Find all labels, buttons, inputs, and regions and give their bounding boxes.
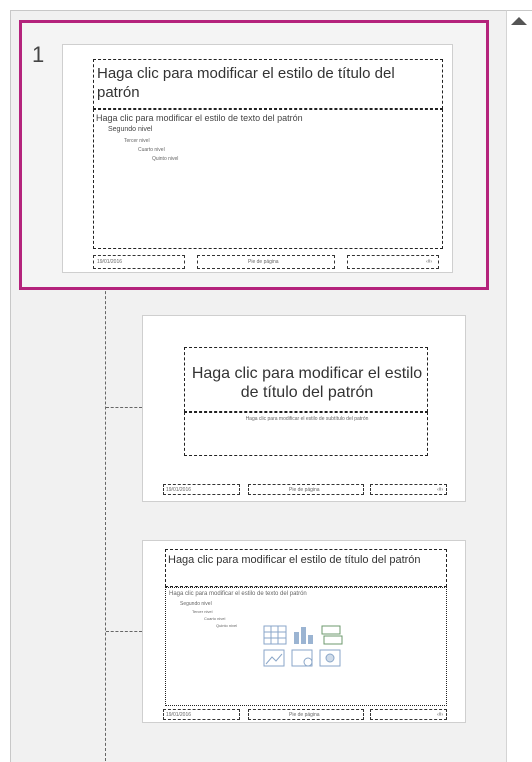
body-level4: Cuarto nivel (204, 616, 226, 621)
scroll-up-icon[interactable] (511, 17, 527, 25)
body-level3: Tercer nivel (124, 138, 150, 144)
title-placeholder: Haga clic para modificar el estilo de tí… (165, 549, 447, 587)
title-slide-layout-thumbnail[interactable]: Haga clic para modificar el estilo de tí… (142, 315, 466, 502)
subtitle-placeholder: Haga clic para modificar el estilo de su… (184, 412, 428, 456)
layout-connector-vertical (105, 276, 106, 761)
smartart-icon (321, 625, 343, 645)
body-level1: Haga clic para modificar el estilo de te… (96, 113, 303, 123)
page-number-placeholder: ‹#› (347, 255, 439, 269)
slide-master-thumbnail[interactable]: Haga clic para modificar el estilo de tí… (62, 44, 453, 273)
body-level5: Quinto nivel (152, 156, 179, 162)
date-text: 19/01/2016 (97, 259, 123, 265)
body-level4: Cuarto nivel (138, 147, 165, 153)
body-level3: Tercer nivel (192, 609, 213, 614)
body-level5: Quinto nivel (216, 623, 238, 628)
layout-connector-2 (106, 407, 142, 408)
date-text: 19/01/2016 (166, 487, 192, 493)
page-number-placeholder: ‹#› (370, 709, 447, 720)
body-level1: Haga clic para modificar el estilo de te… (169, 591, 307, 597)
chart-icon (294, 627, 313, 644)
page-number-placeholder: ‹#› (370, 484, 447, 495)
footer-placeholder: Pie de página (248, 484, 364, 495)
title-text: Haga clic para modificar el estilo de tí… (191, 365, 423, 401)
content-insert-icons (263, 625, 343, 667)
layout-connector-3 (106, 631, 142, 632)
content-placeholder: Haga clic para modificar el estilo de te… (165, 587, 447, 706)
footer-text: Pie de página (289, 712, 320, 718)
title-placeholder: Haga clic para modificar el estilo de tí… (93, 59, 443, 109)
scroll-track[interactable] (507, 35, 532, 762)
page-number-text: ‹#› (426, 259, 433, 265)
slide-number: 1 (32, 42, 45, 67)
date-text: 19/01/2016 (166, 712, 192, 718)
title-and-content-layout-thumbnail[interactable]: Haga clic para modificar el estilo de tí… (142, 540, 466, 723)
title-text: Haga clic para modificar el estilo de tí… (168, 554, 421, 566)
footer-text: Pie de página (248, 259, 279, 265)
date-placeholder: 19/01/2016 (163, 709, 240, 720)
footer-placeholder: Pie de página (197, 255, 335, 269)
video-icon (319, 649, 341, 667)
table-icon (263, 625, 287, 645)
body-placeholder: Haga clic para modificar el estilo de te… (93, 109, 443, 249)
online-picture-icon (291, 649, 313, 667)
picture-icon (263, 649, 285, 667)
body-level2: Segundo nivel (108, 126, 153, 133)
body-level2: Segundo nivel (180, 601, 212, 607)
title-placeholder: Haga clic para modificar el estilo de tí… (184, 347, 428, 412)
footer-text: Pie de página (289, 487, 320, 493)
date-placeholder: 19/01/2016 (93, 255, 185, 269)
title-text: Haga clic para modificar el estilo de tí… (97, 65, 395, 101)
vertical-scrollbar[interactable] (506, 10, 532, 762)
page-number-text: ‹#› (437, 712, 444, 718)
page-number-text: ‹#› (437, 487, 444, 493)
date-placeholder: 19/01/2016 (163, 484, 240, 495)
subtitle-text: Haga clic para modificar el estilo de su… (245, 416, 369, 422)
footer-placeholder: Pie de página (248, 709, 364, 720)
